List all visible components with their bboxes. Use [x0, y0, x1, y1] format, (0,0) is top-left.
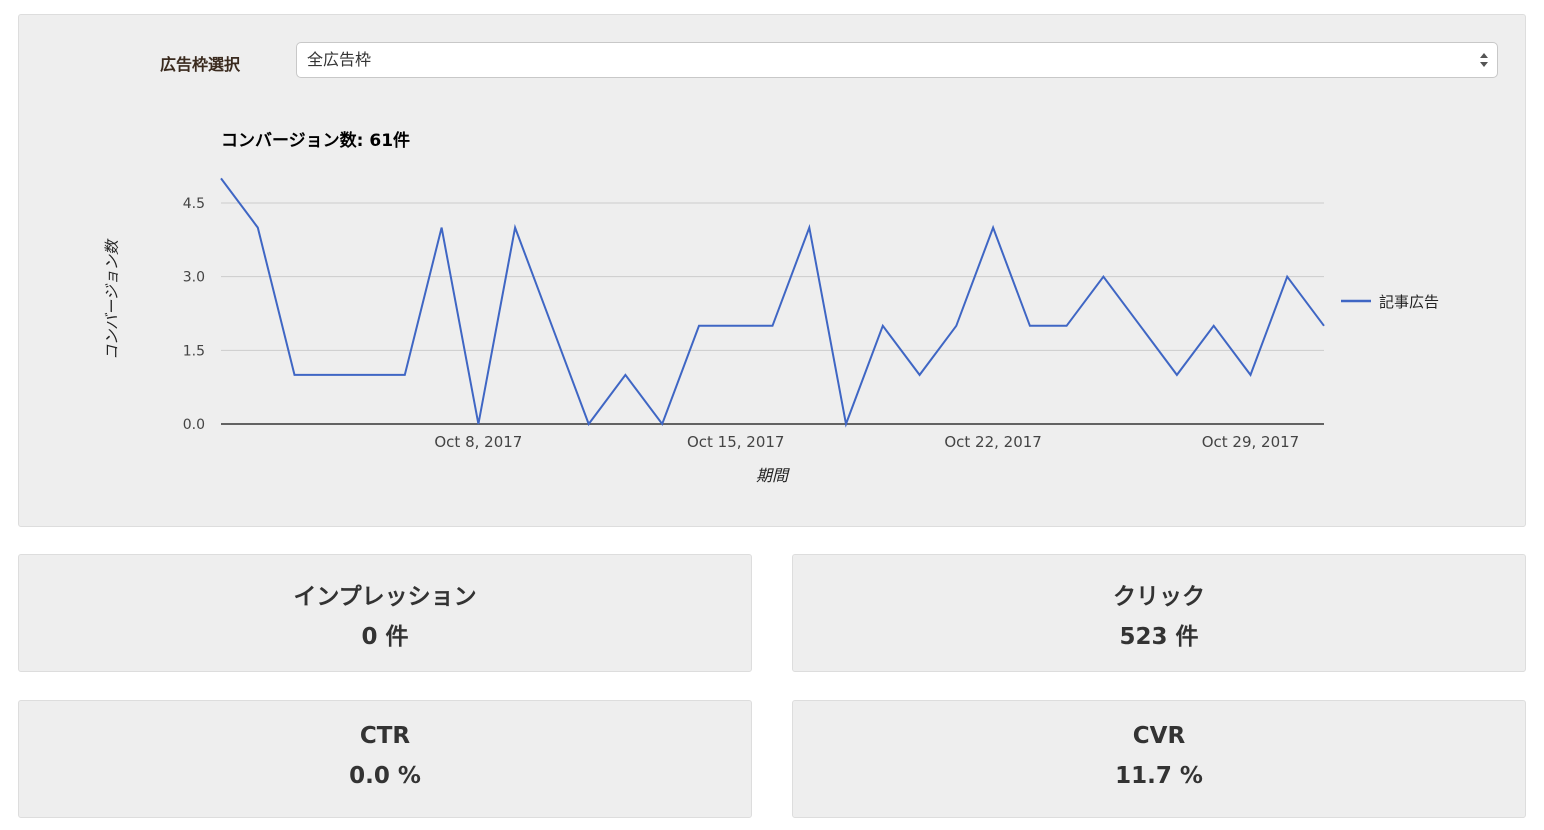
y-tick-label: 4.5: [183, 196, 205, 212]
y-axis-ticks: 0.0 1.5 3.0 4.5: [183, 196, 205, 433]
conversion-chart-panel: 広告枠選択 全広告枠 コンバージョン数: 61件 0.0 1.5 3.0 4.5 Oc…: [18, 14, 1526, 527]
ctr-value: 0.0 %: [349, 763, 421, 789]
x-tick-label: Oct 22, 2017: [944, 433, 1042, 451]
clicks-card: クリック 523 件: [792, 554, 1526, 672]
x-tick-label: Oct 8, 2017: [434, 433, 522, 451]
cvr-card: CVR 11.7 %: [792, 700, 1526, 818]
chart-title: コンバージョン数: 61件: [221, 130, 410, 151]
clicks-title: クリック: [1113, 584, 1205, 610]
chart-gridlines: [221, 202, 1324, 351]
impressions-title: インプレッション: [293, 584, 477, 610]
x-tick-label: Oct 29, 2017: [1202, 433, 1300, 451]
legend-label: 記事広告: [1379, 293, 1439, 311]
x-axis-ticks: Oct 8, 2017 Oct 15, 2017 Oct 22, 2017 Oct 2…: [434, 433, 1299, 451]
impressions-value: 0 件: [361, 624, 409, 650]
ctr-title: CTR: [359, 723, 411, 749]
ctr-card: CTR 0.0 %: [18, 700, 752, 818]
x-tick-label: Oct 15, 2017: [687, 433, 785, 451]
y-tick-label: 0.0: [183, 417, 205, 433]
impressions-card: インプレッション 0 件: [18, 554, 752, 672]
x-axis-label: 期間: [756, 466, 790, 485]
cvr-title: CVR: [1132, 723, 1186, 749]
y-axis-label: コンバージョン数: [103, 238, 121, 360]
y-tick-label: 1.5: [183, 343, 205, 359]
cvr-value: 11.7 %: [1115, 763, 1203, 789]
series-line-kiji-koukoku: [220, 177, 1325, 428]
y-tick-label: 3.0: [183, 270, 205, 286]
clicks-value: 523 件: [1119, 624, 1199, 650]
conversion-line-chart: コンバージョン数: 61件 0.01.53.04.5 Oct 8, 2017 Oc…: [103, 130, 1439, 485]
